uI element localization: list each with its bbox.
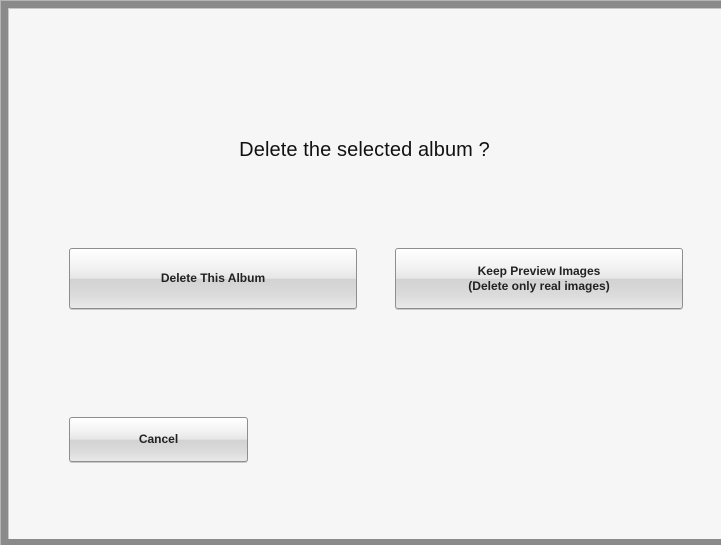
- delete-album-button[interactable]: Delete This Album: [69, 248, 357, 309]
- keep-preview-images-sublabel: (Delete only real images): [468, 278, 610, 293]
- cancel-button[interactable]: Cancel: [69, 417, 248, 462]
- dialog-prompt: Delete the selected album ?: [239, 139, 490, 161]
- delete-album-button-label: Delete This Album: [160, 271, 266, 285]
- cancel-button-label: Cancel: [138, 432, 179, 446]
- keep-preview-images-label: Keep Preview Images: [477, 263, 601, 278]
- keep-preview-images-button[interactable]: Keep Preview Images (Delete only real im…: [395, 248, 683, 309]
